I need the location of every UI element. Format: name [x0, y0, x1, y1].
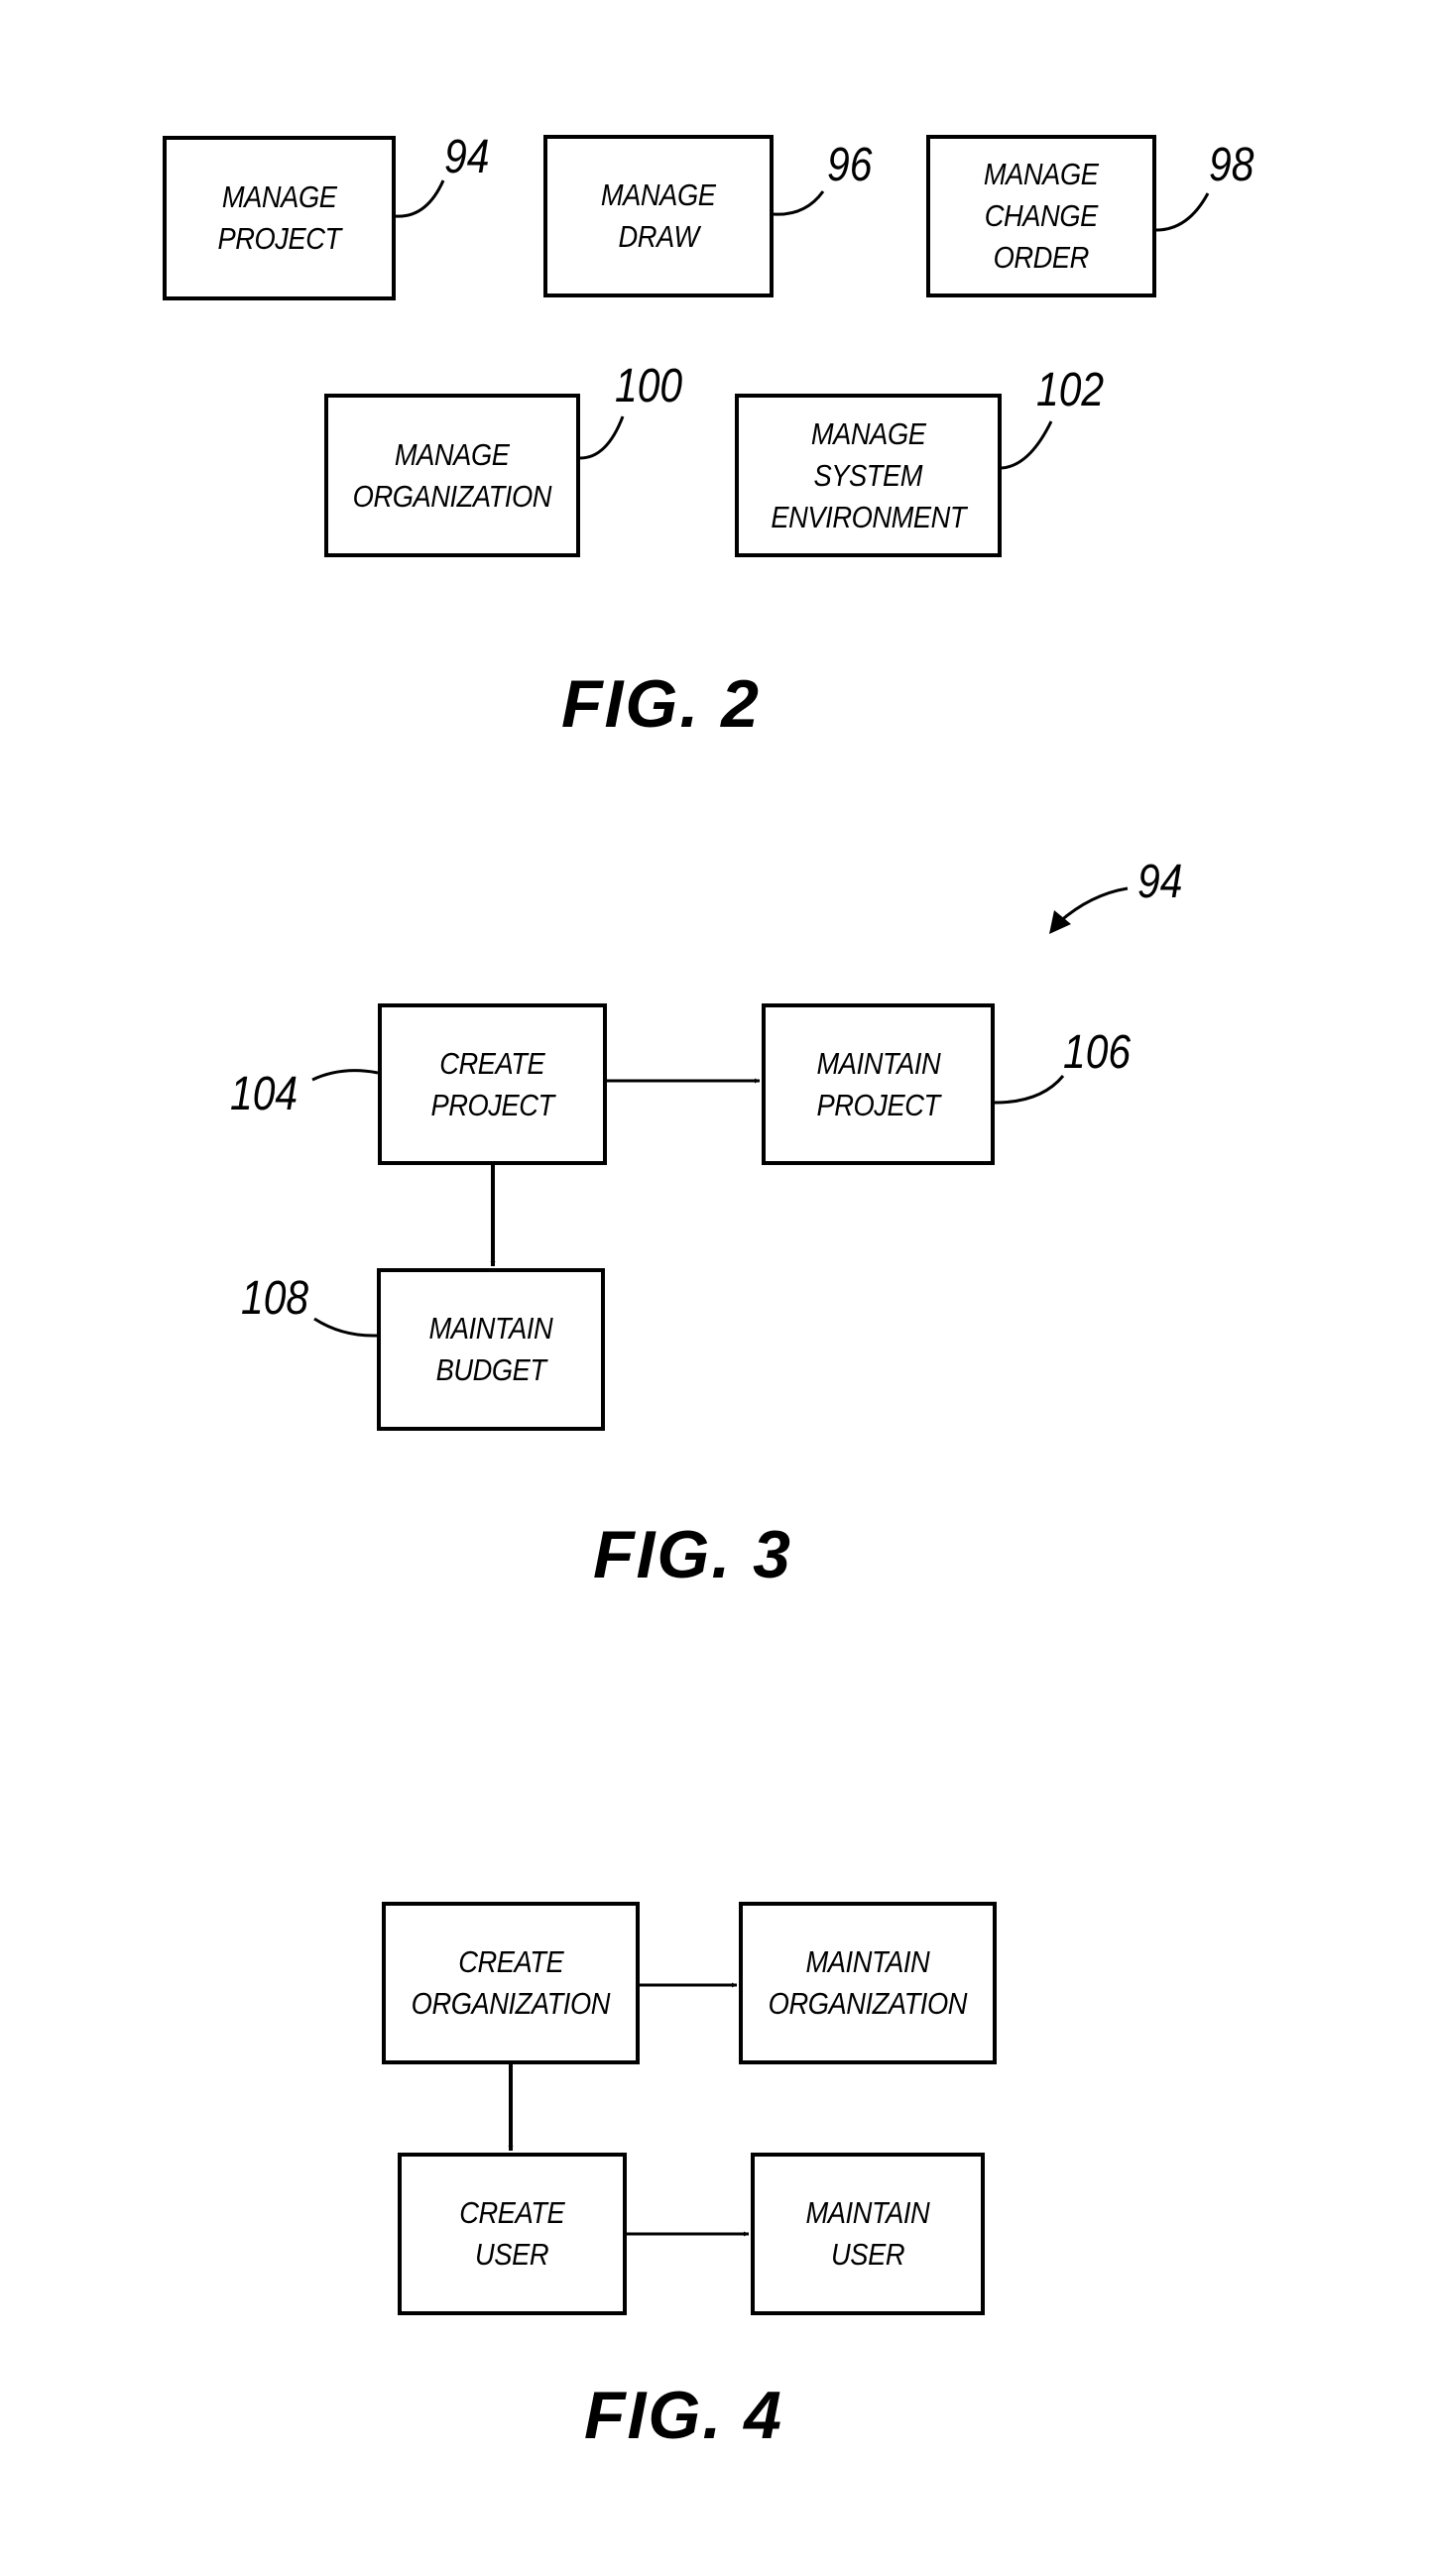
- block-manage-draw: MANAGE DRAW: [543, 135, 774, 297]
- block-maintain-budget: MAINTAIN BUDGET: [377, 1268, 605, 1431]
- block-create-organization: CREATE ORGANIZATION: [382, 1902, 640, 2064]
- patent-drawing-sheet: MANAGE PROJECT 94 MANAGE DRAW 96 MANAGE …: [0, 0, 1433, 2576]
- leader-line-106: [994, 1075, 1065, 1105]
- block-label-line: MANAGE: [221, 179, 337, 214]
- ref-numeral-106: 106: [1063, 1026, 1132, 1079]
- block-label-line: CREATE: [459, 2195, 565, 2230]
- leader-line-94: [395, 179, 445, 218]
- block-label-line: MANAGE: [810, 415, 926, 451]
- ref-numeral-102: 102: [1036, 364, 1105, 416]
- connector-layer: [311, 179, 1210, 2237]
- overall-ref-arrow-94: [1058, 886, 1129, 924]
- ref-numeral-94: 94: [444, 131, 490, 183]
- ref-numeral-96: 96: [827, 139, 873, 191]
- block-create-user: CREATE USER: [398, 2153, 627, 2315]
- block-maintain-organization: MAINTAIN ORGANIZATION: [739, 1902, 997, 2064]
- block-label-line: CREATE: [439, 1045, 545, 1081]
- block-label-line: CHANGE: [984, 198, 1099, 233]
- block-label-line: ORGANIZATION: [768, 1986, 968, 2021]
- ref-numeral-108: 108: [241, 1272, 309, 1325]
- block-label-line: ORGANIZATION: [352, 478, 552, 514]
- leader-line-102: [1001, 420, 1053, 470]
- block-label-line: MAINTAIN: [816, 1045, 940, 1081]
- figure-caption-fig2: FIG. 2: [561, 666, 761, 742]
- block-create-project: CREATE PROJECT: [378, 1003, 607, 1165]
- block-label-line: ORDER: [993, 240, 1090, 275]
- ref-numeral-94-overall: 94: [1137, 856, 1183, 908]
- block-manage-organization: MANAGE ORGANIZATION: [324, 394, 580, 557]
- block-label-line: PROJECT: [430, 1087, 554, 1122]
- ref-numeral-98: 98: [1209, 139, 1254, 191]
- block-manage-system-environment: MANAGE SYSTEM ENVIRONMENT: [735, 394, 1002, 557]
- block-manage-project: MANAGE PROJECT: [163, 136, 396, 300]
- leader-line-104: [311, 1069, 379, 1082]
- block-label-line: MANAGE: [984, 157, 1099, 191]
- block-label-line: PROJECT: [816, 1087, 940, 1122]
- ref-numeral-100: 100: [615, 360, 683, 412]
- block-maintain-project: MAINTAIN PROJECT: [762, 1003, 995, 1165]
- block-label-line: BUDGET: [435, 1352, 546, 1387]
- block-maintain-user: MAINTAIN USER: [751, 2153, 985, 2315]
- figure-caption-fig3: FIG. 3: [593, 1517, 792, 1592]
- ref-numeral-104: 104: [230, 1068, 299, 1120]
- block-label-line: USER: [830, 2237, 905, 2272]
- block-label-line: PROJECT: [217, 221, 341, 256]
- block-label-line: USER: [475, 2237, 549, 2272]
- block-label-line: ENVIRONMENT: [771, 499, 966, 534]
- block-label-line: MANAGE: [601, 177, 716, 212]
- leader-line-100: [579, 415, 625, 460]
- block-label-line: SYSTEM: [813, 457, 923, 493]
- block-label-line: MAINTAIN: [428, 1311, 553, 1346]
- block-label-line: MAINTAIN: [805, 2195, 930, 2230]
- overall-ref-arrowhead-icon: [1049, 910, 1071, 934]
- leader-line-98: [1155, 192, 1210, 232]
- block-label-line: CREATE: [457, 1944, 563, 1979]
- leader-line-96: [773, 190, 825, 216]
- figure-caption-fig4: FIG. 4: [584, 2378, 783, 2453]
- block-manage-change-order: MANAGE CHANGE ORDER: [926, 135, 1156, 297]
- block-label-line: MAINTAIN: [805, 1944, 930, 1979]
- block-label-line: DRAW: [618, 219, 699, 254]
- block-label-line: MANAGE: [395, 436, 510, 472]
- leader-line-108: [313, 1317, 378, 1338]
- block-label-line: ORGANIZATION: [411, 1986, 611, 2021]
